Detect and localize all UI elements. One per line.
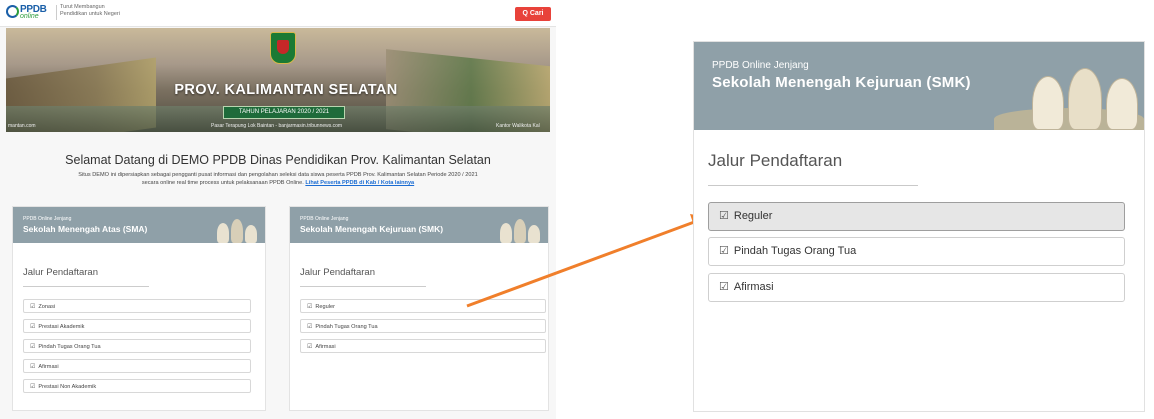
smk-card-zoomed: PPDB Online Jenjang Sekolah Menengah Kej… [693,41,1145,412]
sma-option-prestasi-akademik[interactable]: ☑ Prestasi Akademik [23,319,251,333]
logo-swirl-icon [6,5,19,18]
banner-title: PROV. KALIMANTAN SELATAN [174,82,398,98]
ppdb-logo[interactable]: PPDB online [6,4,50,22]
banner-caption-mid: Pasar Terapung Lok Baintan - banjarmasin… [211,123,343,129]
students-illustration-icon [213,211,259,243]
sma-section-divider [23,286,149,287]
check-square-icon: ☑ [30,364,36,370]
logo-divider [56,5,57,20]
option-pindah-tugas-orang-tua[interactable]: ☑ Pindah Tugas Orang Tua [708,237,1125,266]
option-label: Reguler [733,210,773,222]
option-label: Prestasi Non Akademik [38,384,97,390]
check-square-icon: ☑ [719,281,729,293]
smk-card-small-header: PPDB Online Jenjang Sekolah Menengah Kej… [290,207,548,243]
option-label: Afirmasi [38,364,59,370]
option-afirmasi[interactable]: ☑ Afirmasi [708,273,1125,302]
check-square-icon: ☑ [307,304,313,310]
section-divider [708,185,918,186]
smk-card-small-title: Sekolah Menengah Kejuruan (SMK) [300,224,444,234]
check-square-icon: ☑ [30,304,36,310]
option-label: Afirmasi [733,281,774,293]
smk-card-small-subtitle: PPDB Online Jenjang [300,216,349,222]
sma-card-subtitle: PPDB Online Jenjang [23,216,72,222]
smk-card-subtitle: PPDB Online Jenjang [712,60,809,71]
sma-card-header: PPDB Online Jenjang Sekolah Menengah Ata… [13,207,265,243]
banner-caption-right: Kantor Walikota Kal [496,123,540,129]
smk-small-section-heading: Jalur Pendaftaran [300,267,375,278]
left-screenshot: PPDB online Turut Membangun Pendidikan u… [0,0,556,419]
check-square-icon: ☑ [30,324,36,330]
students-illustration-icon [1024,50,1142,130]
search-button[interactable]: Q Cari [515,7,551,21]
section-heading: Jalur Pendaftaran [708,151,843,170]
sma-option-prestasi-non-akademik[interactable]: ☑ Prestasi Non Akademik [23,379,251,393]
smk-card-header: PPDB Online Jenjang Sekolah Menengah Kej… [694,42,1144,130]
other-regions-link[interactable]: Lihat Peserta PPDB di Kab / Kota lainnya [305,180,414,186]
welcome-description: Situs DEMO ini dipersiapkan sebagai peng… [6,171,550,187]
option-label: Pindah Tugas Orang Tua [38,344,101,350]
sma-option-pindah-tugas[interactable]: ☑ Pindah Tugas Orang Tua [23,339,251,353]
option-label: Afirmasi [315,344,336,350]
option-label: Pindah Tugas Orang Tua [315,324,378,330]
sma-option-zonasi[interactable]: ☑ Zonasi [23,299,251,313]
smk-card-small: PPDB Online Jenjang Sekolah Menengah Kej… [289,206,549,411]
welcome-heading: Selamat Datang di DEMO PPDB Dinas Pendid… [65,153,491,167]
sma-section-heading: Jalur Pendaftaran [23,267,98,278]
smk-small-option-reguler[interactable]: ☑ Reguler [300,299,546,313]
hero-banner: PROV. KALIMANTAN SELATAN TAHUN PELAJARAN… [6,28,550,132]
banner-year: TAHUN PELAJARAN 2020 / 2021 [223,106,345,119]
check-square-icon: ☑ [719,245,729,257]
description-line-2: secara online real time process untuk pe… [141,180,304,186]
province-emblem-icon [270,32,296,64]
smk-small-section-divider [300,286,426,287]
sma-option-afirmasi[interactable]: ☑ Afirmasi [23,359,251,373]
check-square-icon: ☑ [719,210,729,222]
option-label: Reguler [315,304,335,310]
sma-card-title: Sekolah Menengah Atas (SMA) [23,224,148,234]
option-label: Prestasi Akademik [38,324,85,330]
tagline: Turut Membangun Pendidikan untuk Negeri [60,4,120,17]
students-illustration-icon [496,211,542,243]
description-line-1: Situs DEMO ini dipersiapkan sebagai peng… [78,172,478,178]
option-reguler[interactable]: ☑ Reguler [708,202,1125,231]
check-square-icon: ☑ [30,384,36,390]
banner-caption-left: mantan.com [8,123,36,129]
smk-small-option-pindah-tugas[interactable]: ☑ Pindah Tugas Orang Tua [300,319,546,333]
top-navbar: PPDB online Turut Membangun Pendidikan u… [0,0,556,27]
check-square-icon: ☑ [307,344,313,350]
logo-sub: online [20,13,39,20]
smk-card-title: Sekolah Menengah Kejuruan (SMK) [712,74,971,91]
sma-card: PPDB Online Jenjang Sekolah Menengah Ata… [12,206,266,411]
option-label: Pindah Tugas Orang Tua [733,245,857,257]
check-square-icon: ☑ [30,344,36,350]
option-label: Zonasi [38,304,56,310]
check-square-icon: ☑ [307,324,313,330]
smk-small-option-afirmasi[interactable]: ☑ Afirmasi [300,339,546,353]
